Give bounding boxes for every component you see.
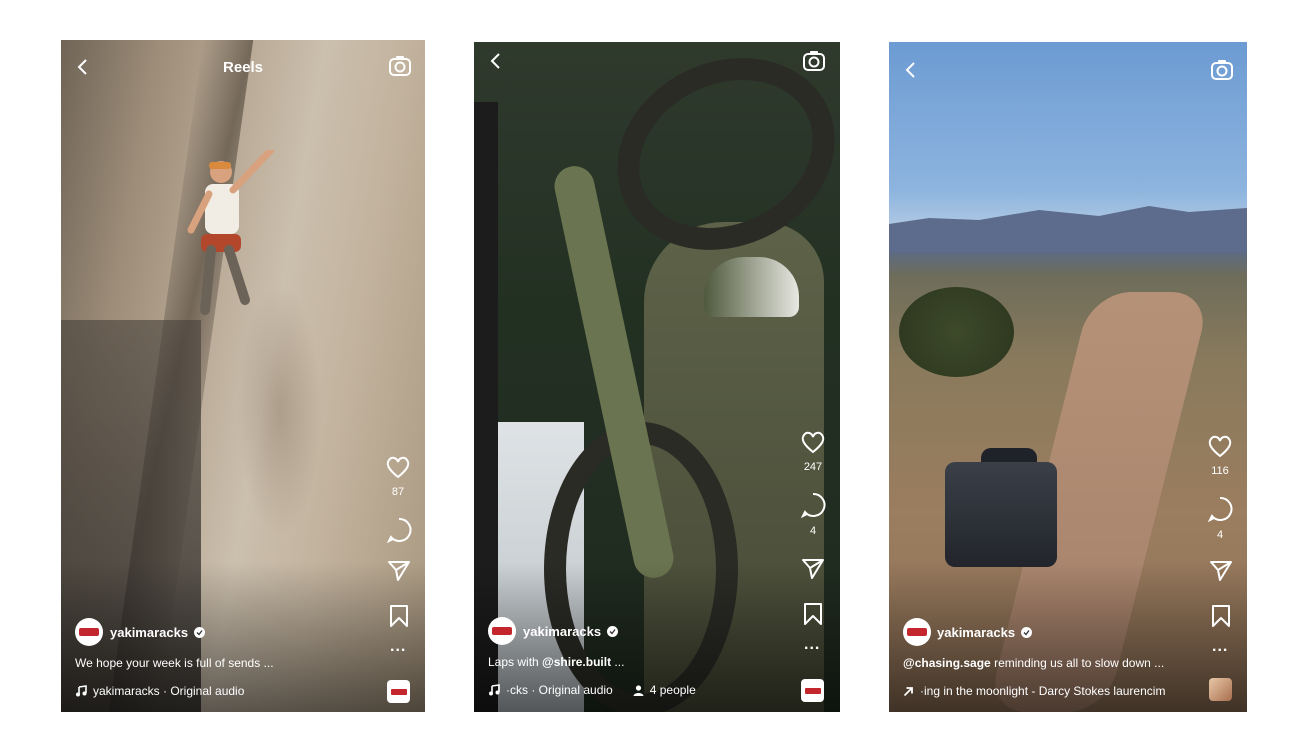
more-options[interactable]: ... xyxy=(804,636,820,654)
mountain-range xyxy=(889,206,1247,252)
yakima-logo xyxy=(79,628,99,636)
comment-count: 4 xyxy=(809,525,817,537)
comment-group: 4 xyxy=(1205,496,1235,541)
climber-figure xyxy=(187,150,275,315)
reel-screen-3: 116 4 ... yakimaracks @chasing.sage remi… xyxy=(889,42,1247,712)
audio-thumbnail[interactable] xyxy=(801,679,824,702)
comment-group: 4 xyxy=(798,492,828,537)
audio-label: ·ing in the moonlight - Darcy Stokes lau… xyxy=(920,684,1166,698)
comment-count: 4 xyxy=(1216,529,1224,541)
like-count: 116 xyxy=(1211,465,1229,477)
heart-icon[interactable] xyxy=(800,430,826,454)
page-title: Reels xyxy=(222,59,264,76)
caption[interactable]: @chasing.sage reminding us all to slow d… xyxy=(903,656,1164,670)
car xyxy=(945,462,1057,567)
yakima-logo xyxy=(804,687,821,694)
username[interactable]: yakimaracks xyxy=(110,625,188,640)
comment-icon[interactable] xyxy=(800,492,826,519)
reel-screen-2: 247 4 ... yakimaracks Laps with @shire.b… xyxy=(474,42,840,712)
audio-row[interactable]: ·ing in the moonlight - Darcy Stokes lau… xyxy=(903,684,1165,698)
like-count: 87 xyxy=(391,486,405,498)
caption-mention[interactable]: @chasing.sage xyxy=(903,656,991,670)
username[interactable]: yakimaracks xyxy=(523,624,601,639)
audio-label: yakimaracks · Original audio xyxy=(93,684,245,698)
yakima-logo xyxy=(907,628,927,636)
back-chevron-icon[interactable] xyxy=(903,61,919,79)
caption-text: Laps with xyxy=(488,655,543,669)
more-options[interactable]: ... xyxy=(390,638,406,656)
more-options[interactable]: ... xyxy=(1212,638,1228,656)
yakima-logo xyxy=(390,688,407,695)
avatar[interactable] xyxy=(488,617,516,645)
like-count: 247 xyxy=(803,461,823,473)
verified-badge-icon xyxy=(194,627,206,638)
reel-screen-1: Reels 87 ... yakimaracks We hope your we… xyxy=(61,40,425,712)
music-note-icon xyxy=(76,685,87,697)
trucker-cap xyxy=(704,257,799,317)
person-icon xyxy=(633,684,644,696)
send-icon[interactable] xyxy=(1209,560,1233,582)
caption-mention[interactable]: @shire.built xyxy=(542,655,611,669)
user-row: yakimaracks xyxy=(937,625,1033,640)
back-chevron-icon[interactable] xyxy=(488,52,504,70)
like-group: 116 xyxy=(1205,434,1235,477)
send-icon[interactable] xyxy=(387,560,411,582)
trending-arrow-icon xyxy=(903,686,913,696)
caption[interactable]: Laps with @shire.built ... xyxy=(488,655,624,669)
avatar[interactable] xyxy=(75,618,103,646)
like-group: 247 xyxy=(798,430,828,473)
audio-label: ·cks · Original audio xyxy=(506,683,613,697)
user-row: yakimaracks xyxy=(110,625,206,640)
bookmark-icon[interactable] xyxy=(1211,604,1231,628)
comment-icon[interactable] xyxy=(386,517,412,543)
people-count: 4 people xyxy=(649,683,696,697)
audio-thumbnail[interactable] xyxy=(387,680,410,703)
send-icon[interactable] xyxy=(801,558,825,580)
audio-row[interactable]: ·cks · Original audio 4 people xyxy=(488,683,696,697)
verified-badge-icon xyxy=(1021,627,1033,638)
bookmark-icon[interactable] xyxy=(389,604,409,628)
heart-icon[interactable] xyxy=(385,455,411,479)
user-row: yakimaracks xyxy=(523,624,619,639)
camera-icon[interactable] xyxy=(388,55,412,77)
caption[interactable]: We hope your week is full of sends ... xyxy=(75,656,274,670)
tree xyxy=(899,287,1014,377)
heart-icon[interactable] xyxy=(1207,434,1233,458)
verified-badge-icon xyxy=(607,626,619,637)
camera-icon[interactable] xyxy=(1210,59,1234,81)
bookmark-icon[interactable] xyxy=(803,602,823,626)
yakima-logo xyxy=(492,627,512,635)
username[interactable]: yakimaracks xyxy=(937,625,1015,640)
audio-thumbnail[interactable] xyxy=(1209,678,1232,701)
caption-text: reminding us all to slow down ... xyxy=(990,656,1165,670)
like-group: 87 xyxy=(383,455,413,498)
audio-row[interactable]: yakimaracks · Original audio xyxy=(75,684,244,698)
music-note-icon xyxy=(489,684,500,696)
avatar[interactable] xyxy=(903,618,931,646)
comment-icon[interactable] xyxy=(1207,496,1233,523)
caption-ellipsis: ... xyxy=(611,655,625,669)
camera-icon[interactable] xyxy=(802,50,826,72)
